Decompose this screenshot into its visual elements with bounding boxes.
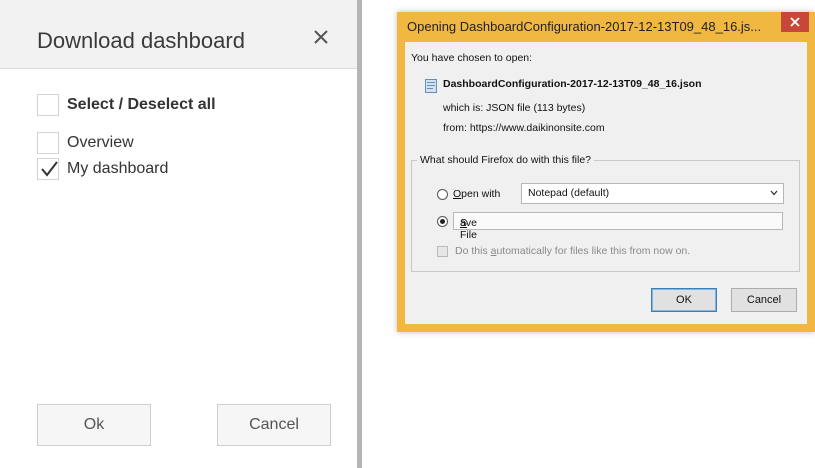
ok-button[interactable]: OK bbox=[651, 288, 717, 312]
open-with-text: pen with bbox=[461, 188, 501, 200]
my-dashboard-checkbox[interactable] bbox=[37, 158, 59, 180]
window-titlebar: Opening DashboardConfiguration-2017-12-1… bbox=[397, 12, 815, 42]
auto-action-label: Do this automatically for files like thi… bbox=[455, 245, 690, 257]
chevron-down-icon bbox=[770, 190, 778, 196]
select-all-label: Select / Deselect all bbox=[67, 96, 216, 113]
dialog-title: Download dashboard bbox=[37, 28, 245, 53]
json-file-icon bbox=[425, 79, 437, 93]
save-file-text: ave File bbox=[460, 217, 477, 241]
save-file-radio[interactable] bbox=[437, 216, 448, 227]
cancel-button[interactable]: Cancel bbox=[731, 288, 797, 312]
list-item-overview: Overview bbox=[37, 132, 134, 154]
close-icon[interactable] bbox=[311, 27, 331, 47]
dialog-body: You have chosen to open: DashboardConfig… bbox=[405, 42, 807, 324]
open-with-select[interactable]: Notepad (default) bbox=[521, 183, 784, 204]
file-source: from: https://www.daikinonsite.com bbox=[443, 122, 605, 134]
list-item-my-dashboard: My dashboard bbox=[37, 158, 168, 180]
auto-label-post: utomatically for files like this from no… bbox=[496, 245, 691, 257]
open-with-app: Notepad (default) bbox=[528, 187, 610, 199]
window-title: Opening DashboardConfiguration-2017-12-1… bbox=[407, 19, 762, 34]
select-all-checkbox[interactable] bbox=[37, 94, 59, 116]
file-type: which is: JSON file (113 bytes) bbox=[443, 102, 586, 114]
download-dashboard-dialog: Download dashboard Select / Deselect all… bbox=[0, 0, 362, 468]
close-icon bbox=[790, 17, 800, 27]
intro-text: You have chosen to open: bbox=[411, 52, 533, 64]
overview-label: Overview bbox=[67, 134, 134, 151]
open-with-label: Open with bbox=[453, 188, 500, 200]
open-with-mnemonic: O bbox=[453, 188, 462, 200]
auto-label-pre: Do this bbox=[455, 245, 491, 257]
action-question: What should Firefox do with this file? bbox=[417, 154, 594, 166]
ok-button[interactable]: Ok bbox=[37, 404, 151, 446]
window-close-button[interactable] bbox=[781, 12, 809, 32]
auto-action-checkbox[interactable] bbox=[437, 246, 448, 257]
firefox-download-dialog: Opening DashboardConfiguration-2017-12-1… bbox=[397, 12, 815, 332]
overview-checkbox[interactable] bbox=[37, 132, 59, 154]
my-dashboard-label: My dashboard bbox=[67, 160, 169, 177]
file-name: DashboardConfiguration-2017-12-13T09_48_… bbox=[443, 78, 702, 90]
dialog-header: Download dashboard bbox=[0, 0, 357, 69]
save-file-option[interactable]: Save File bbox=[453, 212, 783, 241]
checkmark-icon bbox=[41, 161, 58, 177]
cancel-button[interactable]: Cancel bbox=[217, 404, 331, 446]
open-with-radio[interactable] bbox=[437, 189, 448, 200]
select-all-row: Select / Deselect all bbox=[37, 94, 216, 116]
